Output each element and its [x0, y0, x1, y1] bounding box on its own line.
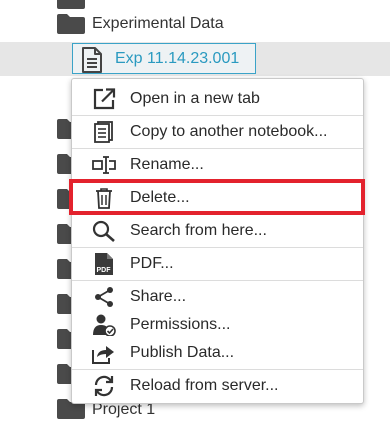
menu-item-rename[interactable]: Rename... [72, 148, 363, 181]
context-menu: Open in a new tab Copy to another notebo… [71, 78, 364, 404]
menu-item-label: Rename... [130, 156, 204, 173]
menu-item-permissions[interactable]: Permissions... [72, 311, 363, 339]
menu-item-search-from-here[interactable]: Search from here... [72, 214, 363, 247]
menu-item-label: Publish Data... [130, 344, 235, 361]
copy-notebook-icon [92, 121, 116, 143]
menu-item-delete[interactable]: Delete... [72, 181, 363, 214]
selected-entry-label: Exp 11.14.23.001 [115, 50, 240, 67]
document-icon [81, 47, 103, 73]
menu-item-pdf[interactable]: PDF PDF... [72, 247, 363, 280]
menu-item-open-new-tab[interactable]: Open in a new tab [72, 82, 363, 115]
menu-item-share[interactable]: Share... [72, 283, 363, 311]
menu-item-reload-from-server[interactable]: Reload from server... [72, 372, 363, 402]
folder-icon[interactable] [56, 13, 86, 35]
menu-item-label: Share... [130, 288, 187, 305]
menu-item-label: Permissions... [130, 316, 231, 333]
menu-item-label: PDF... [130, 255, 174, 272]
menu-item-label: Open in a new tab [130, 90, 260, 107]
menu-divider [72, 280, 363, 281]
menu-item-copy-to-notebook[interactable]: Copy to another notebook... [72, 115, 363, 148]
notebook-tree-view: Experimental Data Exp 11.14.23.001 Proje… [0, 0, 390, 423]
share-icon [92, 286, 116, 308]
permissions-icon [92, 314, 116, 336]
svg-text:PDF: PDF [97, 267, 112, 274]
folder-icon[interactable] [56, 0, 86, 10]
tree-folder-label[interactable]: Experimental Data [92, 14, 224, 34]
menu-item-label: Delete... [130, 189, 190, 206]
menu-item-label: Reload from server... [130, 377, 279, 394]
menu-item-label: Copy to another notebook... [130, 123, 328, 140]
pdf-icon: PDF [92, 253, 116, 275]
trash-icon [92, 187, 116, 209]
publish-icon [92, 342, 116, 364]
tree-item-selected-entry[interactable]: Exp 11.14.23.001 [72, 43, 256, 74]
rename-icon [92, 154, 116, 176]
search-icon [92, 220, 116, 242]
external-link-icon [92, 88, 116, 110]
menu-item-publish-data[interactable]: Publish Data... [72, 339, 363, 367]
reload-icon [92, 375, 116, 397]
menu-divider [72, 369, 363, 370]
menu-item-label: Search from here... [130, 222, 267, 239]
